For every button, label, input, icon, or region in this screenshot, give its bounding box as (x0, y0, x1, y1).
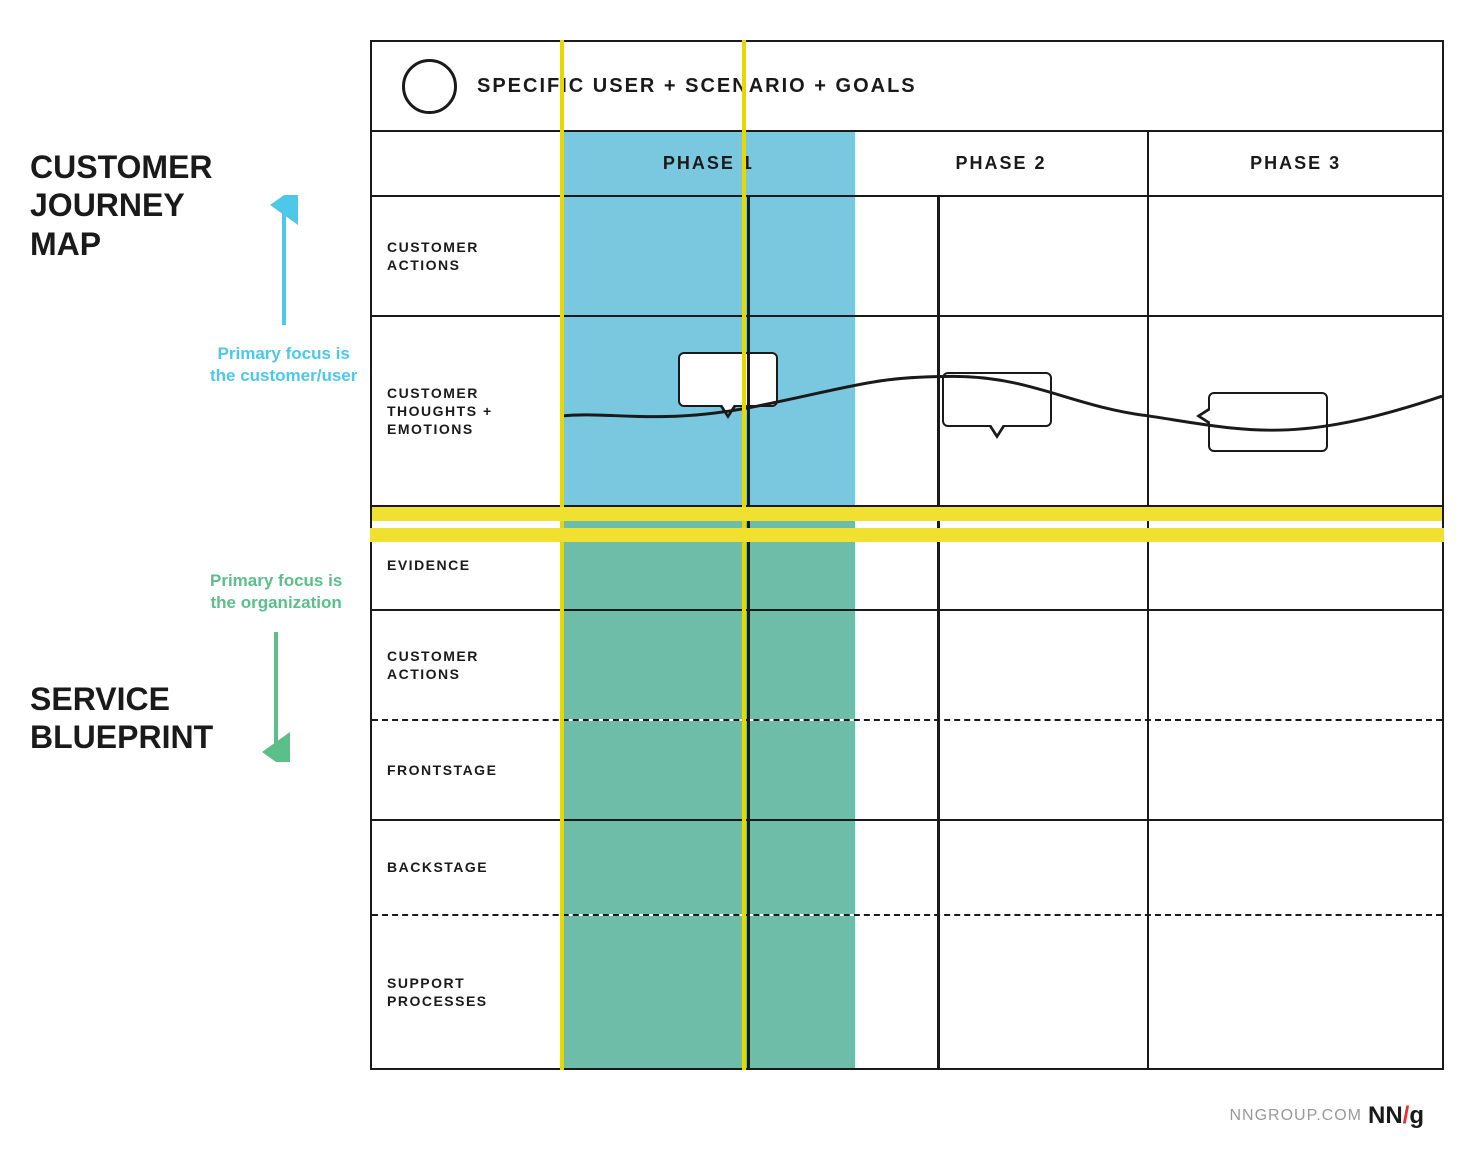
frontstage-row: FRONTSTAGE (372, 721, 1442, 821)
user-circle-icon (402, 59, 457, 114)
bubble-phase3 (1208, 392, 1328, 452)
frontstage-phase3 (1149, 721, 1442, 819)
customer-actions-label-blueprint: CUSTOMERACTIONS (372, 611, 562, 719)
backstage-phase2 (855, 821, 1150, 914)
frontstage-phase2 (855, 721, 1150, 819)
customer-thoughts-row: CUSTOMERTHOUGHTS +EMOTIONS (372, 317, 1442, 507)
arrow-down-icon (256, 622, 296, 762)
phase-2-label: PHASE 2 (955, 153, 1046, 174)
phases-row: PHASE 1 PHASE 2 PHASE 3 (372, 132, 1442, 197)
nngroup-logo: NNGROUP.COM NN/g (1229, 1102, 1424, 1130)
support-phase3 (1149, 916, 1442, 1068)
thoughts-phase1 (562, 317, 855, 505)
backstage-phase1 (562, 821, 855, 914)
customer-actions-phase1-journey (562, 197, 855, 315)
user-scenario-row: SPECIFIC USER + SCENARIO + GOALS (372, 42, 1442, 132)
customer-actions-phase3-bp (1149, 611, 1442, 719)
arrow-up-icon (264, 195, 304, 335)
customer-actions-phase2-journey (855, 197, 1150, 315)
backstage-label: BACKSTAGE (372, 821, 562, 914)
customer-actions-row-blueprint: CUSTOMERACTIONS (372, 611, 1442, 721)
phase-3-label: PHASE 3 (1250, 153, 1341, 174)
phase-1-label: PHASE 1 (663, 153, 754, 174)
customer-actions-phase2-bp (855, 611, 1150, 719)
phase1-2-divider (747, 197, 750, 1068)
customer-focus-group: Primary focus isthe customer/user (210, 195, 357, 387)
journey-map-label: CUSTOMERJOURNEYMAP (30, 148, 213, 263)
nngroup-brand: NN/g (1368, 1102, 1424, 1130)
support-phase1 (562, 916, 855, 1068)
blueprint-label: SERVICEBLUEPRINT (30, 680, 213, 757)
yellow-horizontal-divider (370, 528, 1444, 542)
yellow-inner-divider (372, 507, 1442, 521)
backstage-row: BACKSTAGE (372, 821, 1442, 916)
phases-label-cell (372, 132, 562, 195)
thoughts-phase2 (855, 317, 1150, 505)
phase-3-header: PHASE 3 (1149, 132, 1442, 195)
customer-actions-label-journey: CUSTOMERACTIONS (372, 197, 562, 315)
logo-slash: / (1403, 1102, 1410, 1129)
nngroup-site: NNGROUP.COM (1229, 1107, 1362, 1125)
bubble-phase1 (678, 352, 778, 407)
thoughts-phase3 (1149, 317, 1442, 505)
bubble-phase2 (942, 372, 1052, 427)
user-scenario-title: SPECIFIC USER + SCENARIO + GOALS (477, 75, 917, 98)
support-processes-row: SUPPORTPROCESSES (372, 916, 1442, 1068)
support-phase2 (855, 916, 1150, 1068)
support-processes-label: SUPPORTPROCESSES (372, 916, 562, 1068)
frontstage-label: FRONTSTAGE (372, 721, 562, 819)
phase2-3-divider (937, 197, 940, 1068)
customer-thoughts-label: CUSTOMERTHOUGHTS +EMOTIONS (372, 317, 562, 505)
customer-actions-phase3-journey (1149, 197, 1442, 315)
left-labels: CUSTOMERJOURNEYMAP Primary focus isthe c… (0, 0, 360, 1150)
focus-customer-text: Primary focus isthe customer/user (210, 343, 357, 387)
org-focus-group: Primary focus isthe organization (210, 570, 342, 762)
backstage-phase3 (1149, 821, 1442, 914)
phase-2-header: PHASE 2 (855, 132, 1150, 195)
frontstage-phase1 (562, 721, 855, 819)
phase-1-header: PHASE 1 (562, 132, 855, 195)
focus-org-text: Primary focus isthe organization (210, 570, 342, 614)
main-diagram: SPECIFIC USER + SCENARIO + GOALS PHASE 1… (370, 40, 1444, 1070)
page-container: CUSTOMERJOURNEYMAP Primary focus isthe c… (0, 0, 1474, 1150)
customer-actions-phase1-bp (562, 611, 855, 719)
customer-actions-row-journey: CUSTOMERACTIONS (372, 197, 1442, 317)
